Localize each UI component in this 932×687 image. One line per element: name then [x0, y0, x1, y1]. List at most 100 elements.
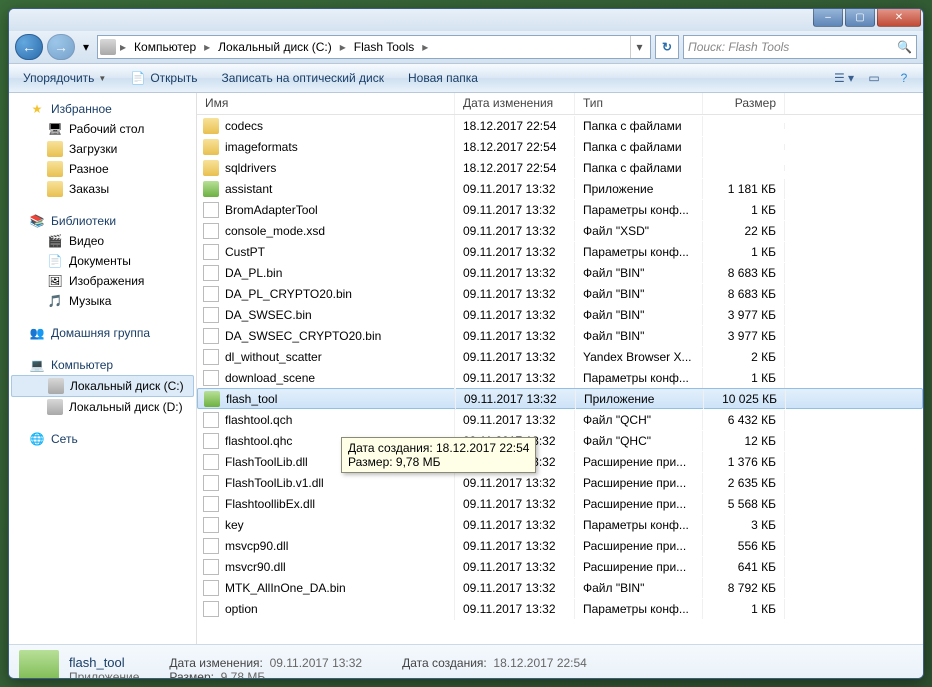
- close-button[interactable]: ✕: [877, 9, 921, 27]
- file-date: 09.11.2017 13:32: [455, 410, 575, 430]
- crumb-sep-icon[interactable]: ▸: [202, 40, 212, 54]
- forward-button[interactable]: →: [47, 34, 75, 60]
- file-size: [703, 123, 785, 129]
- file-name: key: [225, 518, 244, 532]
- sidebar-item-music[interactable]: 🎵Музыка: [9, 291, 196, 311]
- crumb-sep-icon[interactable]: ▸: [420, 40, 430, 54]
- file-name: imageformats: [225, 140, 298, 154]
- table-row[interactable]: flash_tool09.11.2017 13:32Приложение10 0…: [197, 388, 923, 409]
- table-row[interactable]: MTK_AllInOne_DA.bin09.11.2017 13:32Файл …: [197, 577, 923, 598]
- back-button[interactable]: ←: [15, 34, 43, 60]
- sidebar-item-orders[interactable]: Заказы: [9, 179, 196, 199]
- table-row[interactable]: sqldrivers18.12.2017 22:54Папка с файлам…: [197, 157, 923, 178]
- addressbar[interactable]: ▸ Компьютер ▸ Локальный диск (C:) ▸ Flas…: [97, 35, 651, 59]
- open-button[interactable]: 📄Открыть: [124, 68, 203, 88]
- sidebar-item-pictures[interactable]: 🖼Изображения: [9, 271, 196, 291]
- file-type: Файл "BIN": [575, 305, 703, 325]
- table-row[interactable]: FlashToolLib.dll09.11.2017 13:32Расширен…: [197, 451, 923, 472]
- table-row[interactable]: download_scene09.11.2017 13:32Параметры …: [197, 367, 923, 388]
- details-type: Приложение: [69, 670, 139, 679]
- table-row[interactable]: console_mode.xsd09.11.2017 13:32Файл "XS…: [197, 220, 923, 241]
- crumb-sep-icon[interactable]: ▸: [338, 40, 348, 54]
- file-date: 09.11.2017 13:32: [455, 284, 575, 304]
- sidebar-item-drive-c[interactable]: Локальный диск (C:): [11, 375, 194, 397]
- col-name[interactable]: Имя: [197, 93, 455, 114]
- refresh-button[interactable]: ↻: [655, 35, 679, 59]
- table-row[interactable]: FlashtoollibEx.dll09.11.2017 13:32Расшир…: [197, 493, 923, 514]
- sidebar-item-desktop[interactable]: 🖥Рабочий стол: [9, 119, 196, 139]
- file-icon: [203, 580, 219, 596]
- search-input[interactable]: Поиск: Flash Tools 🔍: [683, 35, 917, 59]
- table-row[interactable]: CustPT09.11.2017 13:32Параметры конф...1…: [197, 241, 923, 262]
- dll-icon: [203, 475, 219, 491]
- table-row[interactable]: dl_without_scatter09.11.2017 13:32Yandex…: [197, 346, 923, 367]
- sidebar-item-video[interactable]: 🎬Видео: [9, 231, 196, 251]
- sidebar-item-documents[interactable]: 📄Документы: [9, 251, 196, 271]
- file-icon: [203, 328, 219, 344]
- crumb-computer[interactable]: Компьютер: [128, 36, 202, 58]
- pictures-icon: 🖼: [47, 273, 63, 289]
- table-row[interactable]: msvcp90.dll09.11.2017 13:32Расширение пр…: [197, 535, 923, 556]
- file-date: 09.11.2017 13:32: [455, 578, 575, 598]
- new-folder-button[interactable]: Новая папка: [402, 69, 484, 87]
- file-size: 556 КБ: [703, 536, 785, 556]
- file-name: sqldrivers: [225, 161, 276, 175]
- crumb-drive[interactable]: Локальный диск (C:): [212, 36, 338, 58]
- sidebar-item-downloads[interactable]: Загрузки: [9, 139, 196, 159]
- crumb-sep-icon[interactable]: ▸: [118, 40, 128, 54]
- sidebar-favorites[interactable]: ★Избранное: [9, 99, 196, 119]
- table-row[interactable]: BromAdapterTool09.11.2017 13:32Параметры…: [197, 199, 923, 220]
- burn-button[interactable]: Записать на оптический диск: [215, 69, 390, 87]
- file-size: 1 376 КБ: [703, 452, 785, 472]
- app-icon: [203, 202, 219, 218]
- view-button[interactable]: ☰ ▾: [833, 67, 855, 89]
- table-row[interactable]: DA_PL_CRYPTO20.bin09.11.2017 13:32Файл "…: [197, 283, 923, 304]
- table-row[interactable]: option09.11.2017 13:32Параметры конф...1…: [197, 598, 923, 619]
- table-row[interactable]: msvcr90.dll09.11.2017 13:32Расширение пр…: [197, 556, 923, 577]
- table-row[interactable]: FlashToolLib.v1.dll09.11.2017 13:32Расши…: [197, 472, 923, 493]
- address-dropdown[interactable]: ▾: [630, 36, 648, 58]
- table-row[interactable]: DA_SWSEC.bin09.11.2017 13:32Файл "BIN"3 …: [197, 304, 923, 325]
- organize-button[interactable]: Упорядочить▼: [17, 69, 112, 87]
- sidebar-computer[interactable]: 💻Компьютер: [9, 355, 196, 375]
- sidebar-item-drive-d[interactable]: Локальный диск (D:): [9, 397, 196, 417]
- table-row[interactable]: assistant09.11.2017 13:32Приложение1 181…: [197, 178, 923, 199]
- file-size: 12 КБ: [703, 431, 785, 451]
- maximize-button[interactable]: ▢: [845, 9, 875, 27]
- col-date[interactable]: Дата изменения: [455, 93, 575, 114]
- table-row[interactable]: codecs18.12.2017 22:54Папка с файлами: [197, 115, 923, 136]
- toolbar: Упорядочить▼ 📄Открыть Записать на оптиче…: [9, 63, 923, 93]
- file-list: Имя Дата изменения Тип Размер codecs18.1…: [197, 93, 923, 644]
- file-date: 18.12.2017 22:54: [455, 137, 575, 157]
- file-name: DA_PL_CRYPTO20.bin: [225, 287, 352, 301]
- sidebar-libraries[interactable]: 📚Библиотеки: [9, 211, 196, 231]
- sidebar-homegroup[interactable]: 👥Домашняя группа: [9, 323, 196, 343]
- table-row[interactable]: key09.11.2017 13:32Параметры конф...3 КБ: [197, 514, 923, 535]
- table-row[interactable]: imageformats18.12.2017 22:54Папка с файл…: [197, 136, 923, 157]
- col-size[interactable]: Размер: [703, 93, 785, 114]
- sidebar-item-misc[interactable]: Разное: [9, 159, 196, 179]
- sidebar-network[interactable]: 🌐Сеть: [9, 429, 196, 449]
- file-rows[interactable]: codecs18.12.2017 22:54Папка с файлами ima…: [197, 115, 923, 644]
- file-size: 1 КБ: [703, 242, 785, 262]
- col-type[interactable]: Тип: [575, 93, 703, 114]
- table-row[interactable]: flashtool.qch09.11.2017 13:32Файл "QCH"6…: [197, 409, 923, 430]
- navbar: ← → ▾ ▸ Компьютер ▸ Локальный диск (C:) …: [9, 31, 923, 63]
- crumb-folder[interactable]: Flash Tools: [348, 36, 420, 58]
- file-size: 2 635 КБ: [703, 473, 785, 493]
- tooltip: Дата создания: 18.12.2017 22:54 Размер: …: [341, 437, 536, 473]
- table-row[interactable]: DA_SWSEC_CRYPTO20.bin09.11.2017 13:32Фай…: [197, 325, 923, 346]
- file-size: 3 КБ: [703, 515, 785, 535]
- app-icon: [203, 370, 219, 386]
- star-icon: ★: [29, 101, 45, 117]
- minimize-button[interactable]: –: [813, 9, 843, 27]
- help-button[interactable]: ?: [893, 67, 915, 89]
- preview-pane-button[interactable]: ▭: [863, 67, 885, 89]
- file-type: Расширение при...: [575, 452, 703, 472]
- file-icon: [203, 349, 219, 365]
- history-dropdown[interactable]: ▾: [79, 37, 93, 57]
- file-name: msvcp90.dll: [225, 539, 288, 553]
- computer-icon: 💻: [29, 357, 45, 373]
- table-row[interactable]: DA_PL.bin09.11.2017 13:32Файл "BIN"8 683…: [197, 262, 923, 283]
- table-row[interactable]: flashtool.qhc09.11.2017 13:32Файл "QHC"1…: [197, 430, 923, 451]
